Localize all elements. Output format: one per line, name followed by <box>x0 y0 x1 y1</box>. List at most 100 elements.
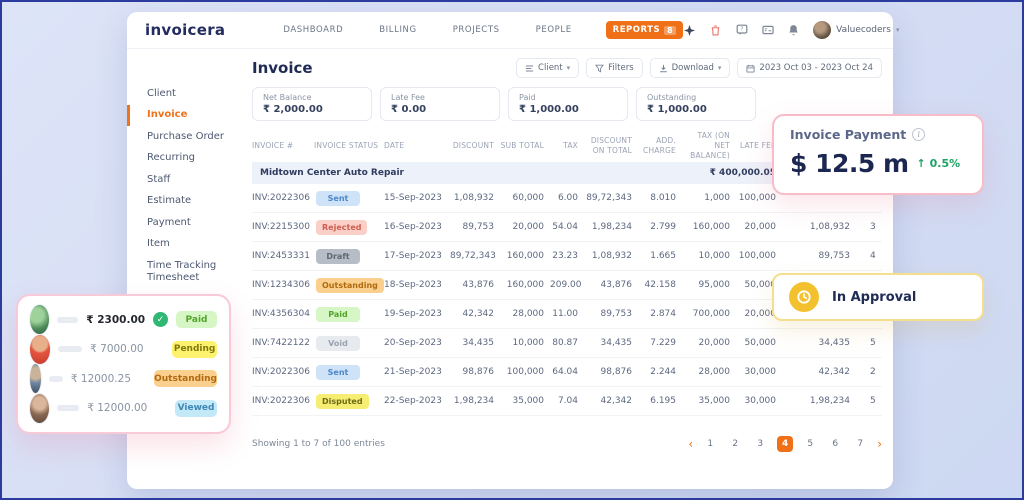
cell-value: 1,98,234 <box>450 396 500 406</box>
payment-status-badge-pending: Pending <box>172 341 217 358</box>
summary-card-label: Paid <box>519 93 617 102</box>
nav-item-reports[interactable]: REPORTS 8 <box>606 21 683 39</box>
sidebar-item-client[interactable]: Client <box>127 83 245 105</box>
sidebar-item-recurring[interactable]: Recurring <box>127 148 245 170</box>
help-chat-icon[interactable]: ? <box>735 24 748 37</box>
table-row[interactable]: INV:2453331Draft17-Sep-202389,72,343160,… <box>252 242 882 271</box>
cell-value: 1,98,234 <box>584 222 638 232</box>
trash-icon[interactable] <box>709 24 722 37</box>
page-button-2[interactable]: 2 <box>727 436 743 452</box>
payment-status-badge-paid: Paid <box>176 311 217 328</box>
nav-item-projects[interactable]: PROJECTS <box>453 25 500 35</box>
cell-date: 19-Sep-2023 <box>384 309 450 319</box>
cell-value: 43,876 <box>450 280 500 290</box>
payment-list-item: ₹ 2300.00✓Paid <box>30 305 217 334</box>
filters-button[interactable]: Filters <box>586 58 642 78</box>
cell-value: 7.04 <box>550 396 584 406</box>
prev-page-button[interactable]: ‹ <box>688 437 693 451</box>
cell-value: 50,000 <box>736 338 782 348</box>
in-approval-label: In Approval <box>832 290 916 305</box>
screenshot-canvas: invoicera DASHBOARD BILLING PROJECTS PEOPLE… <box>0 0 1024 500</box>
apps-icon[interactable] <box>683 24 696 37</box>
next-page-button[interactable]: › <box>877 437 882 451</box>
cell-invoice-number: INV:4356304 <box>252 309 314 319</box>
card-icon[interactable] <box>761 24 774 37</box>
invoice-payment-value: $ 12.5 m <box>790 149 909 178</box>
page-title: Invoice <box>252 59 313 77</box>
page-button-6[interactable]: 6 <box>827 436 843 452</box>
table-row[interactable]: INV:2022306Disputed22-Sep-20231,98,23435… <box>252 387 882 416</box>
user-avatar <box>813 21 831 39</box>
page-button-4[interactable]: 4 <box>777 436 793 452</box>
summary-card-label: Outstanding <box>647 93 745 102</box>
cell-date: 16-Sep-2023 <box>384 222 450 232</box>
table-row[interactable]: INV:2022306Sent21-Sep-202398,876100,0006… <box>252 358 882 387</box>
cell-value: 98,876 <box>450 367 500 377</box>
sidebar-item-purchase-order[interactable]: Purchase Order <box>127 126 245 148</box>
cell-invoice-number: INV:2022306 <box>252 367 314 377</box>
cell-invoice-status: Paid <box>314 307 384 322</box>
table-row[interactable]: INV:2215300Rejected16-Sep-202389,75320,0… <box>252 213 882 242</box>
client-filter-button[interactable]: Client ▾ <box>516 58 579 78</box>
cell-invoice-status: Rejected <box>314 220 384 235</box>
cell-value: 30,000 <box>736 367 782 377</box>
download-button[interactable]: Download ▾ <box>650 58 731 78</box>
chevron-down-icon: ▾ <box>896 26 900 34</box>
sidebar-item-estimate[interactable]: Estimate <box>127 191 245 213</box>
cell-value: 11.00 <box>550 309 584 319</box>
cell-value: 89,753 <box>584 309 638 319</box>
summary-card-label: Net Balance <box>263 93 361 102</box>
payment-amount: ₹ 12000.25 <box>71 373 131 385</box>
nav-item-dashboard[interactable]: DASHBOARD <box>283 25 343 35</box>
cell-value: 30,000 <box>736 396 782 406</box>
payments-list-card: ₹ 2300.00✓Paid ₹ 7000.00 Pending ₹ 12000.25… <box>16 294 231 434</box>
page-button-5[interactable]: 5 <box>802 436 818 452</box>
cell-value: 160,000 <box>500 280 550 290</box>
nav-item-people[interactable]: PEOPLE <box>536 25 572 35</box>
summary-card-value: ₹ 2,000.00 <box>263 104 361 115</box>
cell-date: 20-Sep-2023 <box>384 338 450 348</box>
cell-value: 34,435 <box>584 338 638 348</box>
column-header-add-charge: ADD. CHARGE <box>638 136 682 156</box>
cell-invoice-status: Sent <box>314 191 384 206</box>
info-icon[interactable]: i <box>912 128 925 141</box>
nav-item-billing[interactable]: BILLING <box>379 25 416 35</box>
cell-date: 15-Sep-2023 <box>384 193 450 203</box>
summary-card-label: Late Fee <box>391 93 489 102</box>
page-button-3[interactable]: 3 <box>752 436 768 452</box>
column-header-date: DATE <box>384 141 450 151</box>
payment-list-item: ₹ 7000.00 Pending <box>30 335 217 364</box>
date-range-button[interactable]: 2023 Oct 03 - 2023 Oct 24 <box>737 58 882 78</box>
sidebar-item-item[interactable]: Item <box>127 234 245 256</box>
column-header-invoice: INVOICE # <box>252 141 314 151</box>
sidebar-item-payment[interactable]: Payment <box>127 212 245 234</box>
cell-date: 21-Sep-2023 <box>384 367 450 377</box>
cell-value: 42,342 <box>782 367 856 377</box>
cell-value: 95,000 <box>682 280 736 290</box>
payment-amount: ₹ 7000.00 <box>90 343 143 355</box>
chevron-down-icon: ▾ <box>718 64 722 72</box>
svg-text:?: ? <box>740 27 743 33</box>
sidebar-item-invoice[interactable]: Invoice <box>127 105 245 127</box>
sidebar-item-staff[interactable]: Staff <box>127 169 245 191</box>
cell-value: 100,000 <box>500 367 550 377</box>
table-row[interactable]: INV:7422122Void20-Sep-202334,43510,00080… <box>252 329 882 358</box>
progress-bar <box>58 346 82 352</box>
invoice-payment-header: Invoice Payment i <box>790 127 966 142</box>
cell-value: 10,000 <box>682 251 736 261</box>
cell-value: 89,753 <box>450 222 500 232</box>
bell-icon[interactable] <box>787 24 800 37</box>
client-list-icon <box>525 64 534 73</box>
user-menu[interactable]: Valuecoders ▾ <box>813 21 899 39</box>
cell-date: 22-Sep-2023 <box>384 396 450 406</box>
chevron-down-icon: ▾ <box>567 64 571 72</box>
invoice-payment-value-row: $ 12.5 m ↑ 0.5% <box>790 149 966 178</box>
header-actions: Client ▾ Filters Download ▾ <box>516 58 882 78</box>
progress-bar <box>49 376 62 382</box>
cell-value: 80.87 <box>550 338 584 348</box>
sidebar-item-time-tracking-timesheet[interactable]: Time Tracking Timesheet <box>127 255 245 289</box>
page-button-7[interactable]: 7 <box>852 436 868 452</box>
cell-value: 3 <box>856 222 882 232</box>
page-button-1[interactable]: 1 <box>702 436 718 452</box>
invoicera-logo[interactable]: invoicera <box>145 21 225 39</box>
